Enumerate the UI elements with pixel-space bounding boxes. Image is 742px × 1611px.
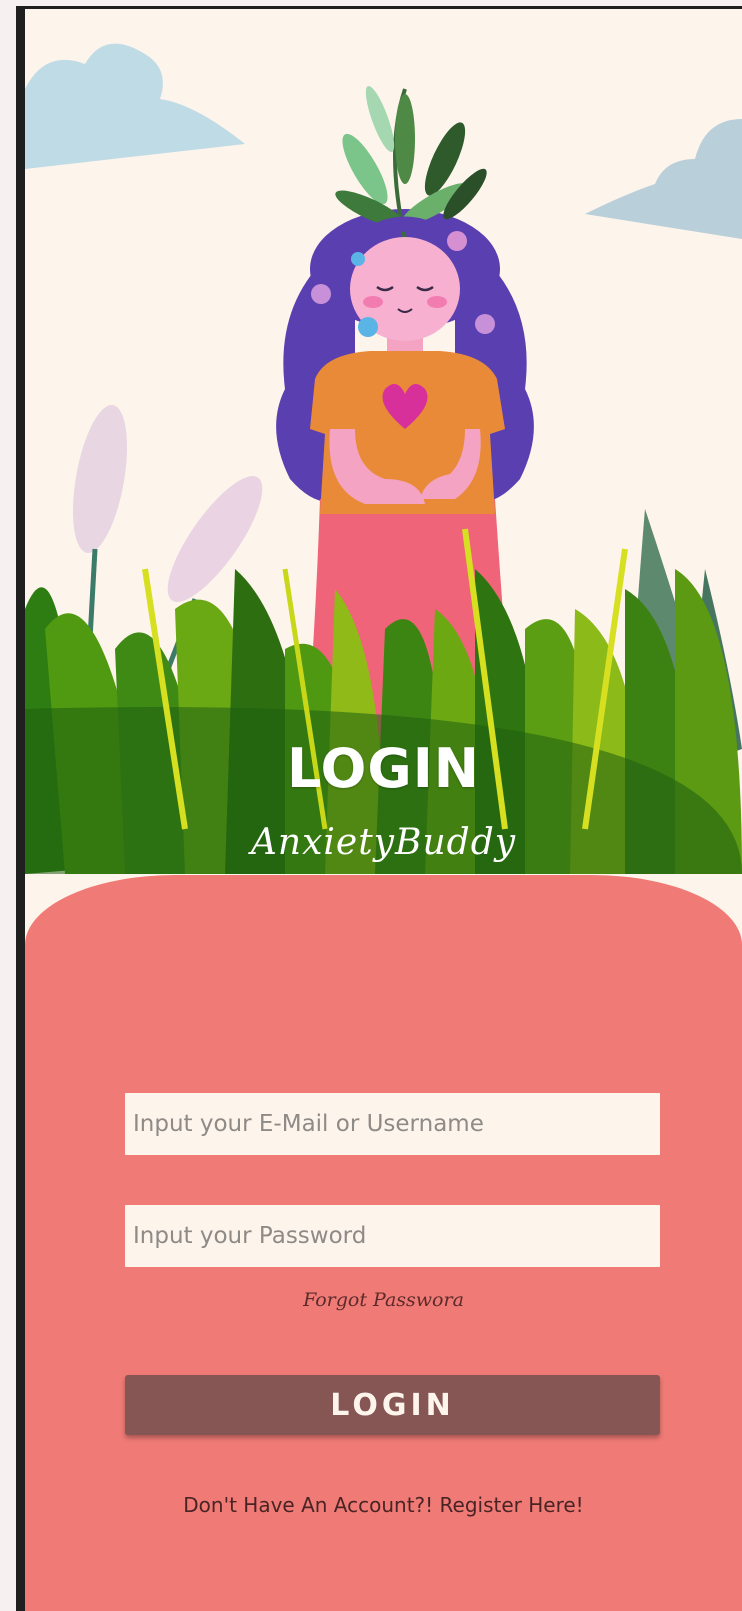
page-title: LOGIN [287, 737, 480, 800]
forgot-password-link[interactable]: Forgot Passwora [25, 1289, 742, 1311]
password-input[interactable] [125, 1205, 660, 1267]
phone-screen: LOGIN AnxietyBuddy Forgot Passwora LOGIN… [16, 6, 742, 1611]
cloud-right [585, 119, 742, 239]
flower [311, 284, 331, 304]
email-input[interactable] [125, 1093, 660, 1155]
register-link[interactable]: Don't Have An Account?! Register Here! [25, 1493, 742, 1517]
pampas-plume [73, 405, 127, 553]
hero-illustration: LOGIN AnxietyBuddy [25, 9, 742, 874]
pampas-plume [167, 476, 263, 602]
cloud-left [25, 43, 245, 169]
plant-leaves [335, 85, 487, 240]
login-panel: Forgot Passwora LOGIN Don't Have An Acco… [25, 875, 742, 1611]
login-button[interactable]: LOGIN [125, 1375, 660, 1435]
app-name: AnxietyBuddy [250, 822, 517, 863]
